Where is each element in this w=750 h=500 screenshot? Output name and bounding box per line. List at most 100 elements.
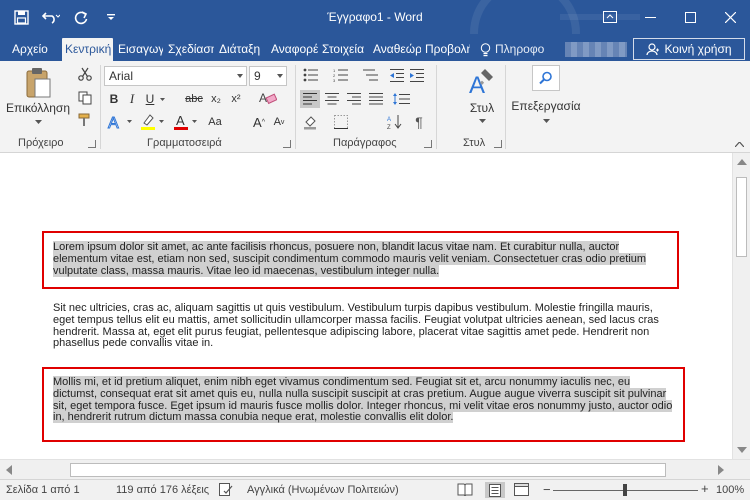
- vertical-scroll-thumb[interactable]: [736, 177, 747, 257]
- paste-button[interactable]: Επικόλληση: [6, 101, 70, 115]
- share-label: Κοινή χρήση: [664, 42, 732, 56]
- tab-insert[interactable]: Εισαγωγή: [115, 38, 163, 61]
- font-color-dropdown-icon[interactable]: [191, 117, 197, 125]
- tab-references[interactable]: Αναφορές: [268, 38, 318, 61]
- tab-home[interactable]: Κεντρική: [62, 38, 113, 61]
- scroll-up-icon[interactable]: [737, 159, 747, 165]
- copy-icon[interactable]: [75, 89, 95, 107]
- highlight-dropdown-icon[interactable]: [158, 117, 164, 125]
- font-color-icon[interactable]: A: [171, 111, 191, 133]
- font-name-value: Arial: [109, 69, 134, 83]
- svg-text:3: 3: [333, 78, 336, 82]
- tab-file[interactable]: Αρχείο: [9, 38, 52, 61]
- zoom-out-button[interactable]: −: [543, 482, 551, 497]
- tell-me-box[interactable]: Πληροφο: [480, 38, 544, 61]
- paragraph-dialog-launcher[interactable]: [424, 140, 432, 148]
- grow-font-label: A: [253, 114, 262, 130]
- clipboard-group-label: Πρόχειρο: [18, 137, 64, 149]
- paste-icon[interactable]: [8, 65, 68, 101]
- annotation-box-2: [42, 367, 685, 442]
- styles-button[interactable]: Στυλ: [462, 101, 502, 115]
- multilevel-list-icon[interactable]: [360, 66, 382, 84]
- line-spacing-icon[interactable]: [390, 90, 414, 108]
- shrink-font-label: A: [273, 116, 281, 128]
- svg-text:A: A: [176, 113, 185, 128]
- shading-icon[interactable]: [300, 113, 322, 131]
- justify-icon[interactable]: [366, 90, 386, 108]
- bullets-icon[interactable]: [300, 66, 322, 84]
- underline-button[interactable]: U: [142, 91, 158, 107]
- chevron-down-icon: [277, 74, 283, 78]
- restore-button[interactable]: [670, 0, 710, 34]
- search-icon[interactable]: [532, 65, 560, 91]
- borders-icon[interactable]: [330, 113, 352, 131]
- shrink-font-button[interactable]: Av: [270, 113, 288, 131]
- share-button[interactable]: Κοινή χρήση: [633, 38, 745, 60]
- scroll-right-icon[interactable]: [718, 465, 724, 475]
- text-effects-icon[interactable]: A: [104, 112, 126, 132]
- svg-text:A: A: [387, 117, 391, 123]
- document-paragraph-2[interactable]: Sit nec ultricies, cras ac, aliquam sagi…: [53, 302, 676, 350]
- font-size-combo[interactable]: 9: [249, 66, 287, 86]
- font-name-combo[interactable]: Arial: [104, 66, 247, 86]
- styles-dropdown-icon[interactable]: [478, 117, 486, 125]
- lightbulb-icon: [480, 42, 491, 56]
- zoom-in-button[interactable]: +: [701, 481, 709, 496]
- document-canvas[interactable]: Lorem ipsum dolor sit amet, ac ante faci…: [0, 153, 732, 459]
- tab-mailings[interactable]: Στοιχεία: [319, 38, 368, 61]
- horizontal-scrollbar[interactable]: [0, 459, 750, 479]
- word-count[interactable]: 119 από 176 λέξεις: [116, 484, 209, 496]
- pilcrow-icon[interactable]: ¶: [410, 113, 428, 131]
- proofing-icon[interactable]: [219, 483, 233, 499]
- increase-indent-icon[interactable]: [408, 66, 426, 84]
- sort-icon[interactable]: AZ: [385, 113, 405, 131]
- scroll-left-icon[interactable]: [6, 465, 12, 475]
- font-dialog-launcher[interactable]: [283, 140, 291, 148]
- zoom-level[interactable]: 100%: [716, 484, 744, 496]
- styles-icon[interactable]: A: [462, 65, 502, 99]
- paste-dropdown-icon[interactable]: [33, 117, 43, 127]
- align-center-icon[interactable]: [322, 90, 342, 108]
- scroll-down-icon[interactable]: [737, 447, 747, 453]
- align-right-icon[interactable]: [344, 90, 364, 108]
- strikethrough-button[interactable]: abc: [183, 91, 205, 107]
- grow-font-button[interactable]: A ^: [250, 113, 268, 131]
- italic-button[interactable]: I: [124, 91, 140, 107]
- clipboard-dialog-launcher[interactable]: [88, 140, 96, 148]
- editing-dropdown-icon[interactable]: [542, 117, 550, 125]
- clear-formatting-icon[interactable]: A: [257, 89, 279, 107]
- zoom-slider-thumb[interactable]: [623, 484, 627, 496]
- align-left-icon[interactable]: [300, 90, 320, 108]
- language-indicator[interactable]: Αγγλικά (Ηνωμένων Πολιτειών): [247, 484, 399, 496]
- subscript-button[interactable]: x₂: [207, 91, 225, 107]
- horizontal-scroll-thumb[interactable]: [70, 463, 666, 477]
- cut-icon[interactable]: [75, 65, 95, 83]
- superscript-button[interactable]: x²: [227, 91, 245, 107]
- decrease-indent-icon[interactable]: [388, 66, 406, 84]
- ribbon-display-options-icon[interactable]: [590, 0, 630, 34]
- styles-dialog-launcher[interactable]: [494, 140, 502, 148]
- highlight-color-icon[interactable]: [138, 111, 158, 133]
- tab-design[interactable]: Σχεδίαση: [165, 38, 214, 61]
- read-mode-icon[interactable]: [457, 483, 473, 499]
- vertical-scrollbar[interactable]: [732, 153, 750, 459]
- tab-layout[interactable]: Διάταξη: [216, 38, 266, 61]
- format-painter-icon[interactable]: [75, 111, 95, 129]
- editing-button[interactable]: Επεξεργασία: [510, 99, 582, 113]
- tab-view[interactable]: Προβολή: [422, 38, 470, 61]
- page-count[interactable]: Σελίδα 1 από 1: [6, 484, 80, 496]
- minimize-button[interactable]: [630, 0, 670, 34]
- text-effects-dropdown-icon[interactable]: [126, 117, 132, 125]
- web-layout-icon[interactable]: [514, 483, 529, 499]
- numbering-icon[interactable]: 123: [330, 66, 352, 84]
- change-case-button[interactable]: Aa: [206, 113, 224, 131]
- font-size-value: 9: [254, 69, 261, 83]
- ribbon: Επικόλληση Πρόχειρο Arial 9 B I U abc x₂…: [0, 61, 750, 153]
- bold-button[interactable]: B: [106, 91, 122, 107]
- tab-review[interactable]: Αναθεώρηση: [370, 38, 421, 61]
- collapse-ribbon-icon[interactable]: [732, 138, 746, 150]
- print-layout-icon[interactable]: [485, 482, 505, 498]
- underline-dropdown-icon[interactable]: [159, 95, 165, 103]
- styles-group-label: Στυλ: [463, 137, 486, 149]
- close-button[interactable]: [710, 0, 750, 34]
